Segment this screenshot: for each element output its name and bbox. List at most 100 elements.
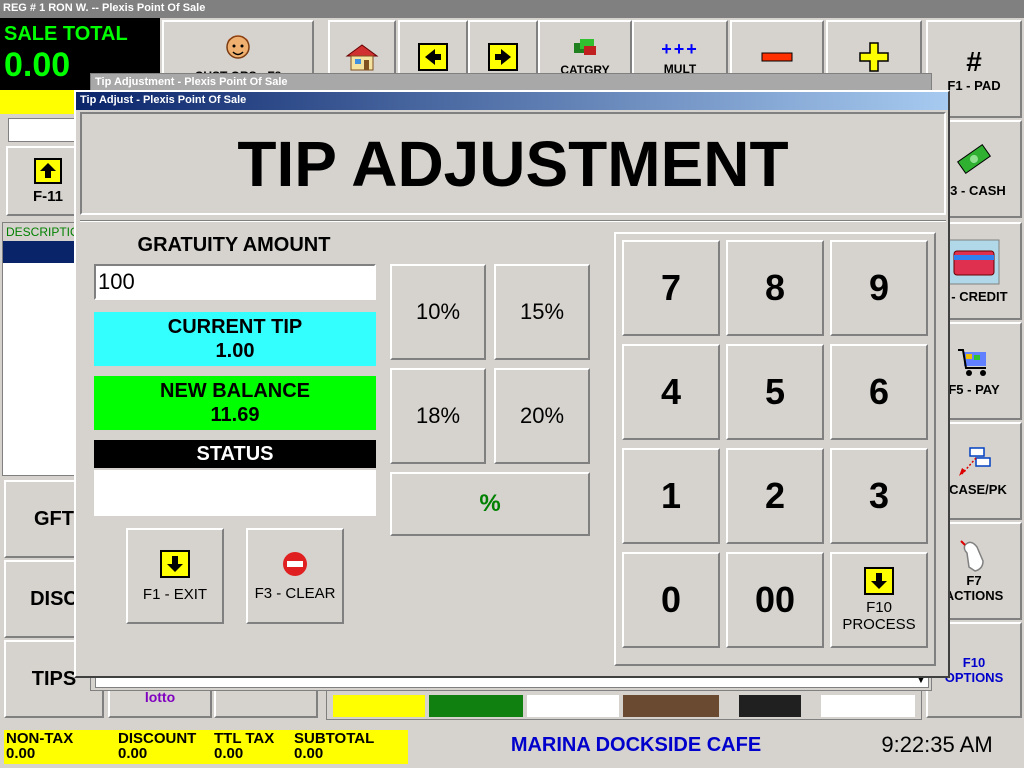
key-label: 4	[660, 371, 682, 412]
arrow-up-icon	[34, 157, 62, 184]
selected-row[interactable]	[3, 241, 77, 263]
key-label: 5	[764, 371, 786, 412]
pad-label: F1 - PAD	[947, 77, 1001, 93]
cash-label: F3 - CASH	[942, 182, 1006, 198]
subtotal-value: 0.00	[294, 745, 324, 762]
case-pack-label: - CASE/PK	[941, 481, 1007, 497]
product-tile-coffee[interactable]	[623, 695, 719, 717]
tip-adjust-dialog: Tip Adjust - Plexis Point Of Sale TIP AD…	[74, 90, 950, 678]
plus-icon	[859, 42, 889, 72]
shopping-cart-icon	[958, 348, 986, 376]
current-tip-value: 1.00	[215, 340, 255, 362]
options-key: F10	[962, 655, 986, 670]
exit-label: F1 - EXIT	[142, 585, 208, 603]
house-icon	[345, 44, 379, 71]
arrow-left-icon	[418, 43, 448, 71]
discount-cell: DISCOUNT 0.00	[118, 731, 196, 761]
clear-button[interactable]: F3 - CLEAR	[246, 528, 344, 624]
total-tax-label: TTL TAX	[214, 730, 275, 747]
tips-label: TIPS	[31, 667, 77, 690]
percent-label: 20%	[519, 403, 565, 428]
key-00[interactable]: 00	[726, 552, 824, 648]
key-6[interactable]: 6	[830, 344, 928, 440]
product-tile-green[interactable]	[429, 695, 523, 717]
key-label: 7	[660, 267, 682, 308]
percent-symbol: %	[479, 490, 501, 517]
minus-icon	[761, 52, 793, 62]
tip-18-percent-button[interactable]: 18%	[390, 368, 486, 464]
key-5[interactable]: 5	[726, 344, 824, 440]
key-label: 2	[764, 475, 786, 516]
divider	[80, 220, 946, 222]
gratuity-amount-label: GRATUITY AMOUNT	[137, 234, 331, 256]
product-strip	[326, 690, 922, 720]
status-display	[94, 470, 376, 516]
pay-label: F5 - PAY	[948, 381, 1000, 397]
key-9[interactable]: 9	[830, 240, 928, 336]
entry-field[interactable]	[8, 118, 80, 142]
key-0[interactable]: 0	[622, 552, 720, 648]
total-tax-cell: TTL TAX 0.00	[214, 731, 274, 761]
percent-label: 15%	[519, 299, 565, 324]
subtotal-label: SUBTOTAL	[294, 730, 375, 747]
non-tax-value: 0.00	[6, 745, 36, 762]
stop-icon	[283, 551, 307, 576]
percent-label: 10%	[415, 299, 461, 324]
key-3[interactable]: 3	[830, 448, 928, 544]
credit-label: 4 - CREDIT	[940, 288, 1008, 304]
lotto-label: lotto	[144, 689, 176, 705]
key-label: 9	[868, 267, 890, 308]
process-button[interactable]: F10 PROCESS	[830, 552, 928, 648]
key-8[interactable]: 8	[726, 240, 824, 336]
item-list[interactable]: DESCRIPTIO	[2, 222, 78, 476]
category-icon	[574, 39, 596, 55]
key-label: 00	[754, 579, 796, 620]
new-balance-label: NEW BALANCE	[160, 380, 310, 402]
plus-icon: +++	[661, 38, 699, 59]
total-tax-value: 0.00	[214, 745, 244, 762]
description-header: DESCRIPTIO	[3, 223, 77, 241]
process-key: F10	[866, 599, 892, 616]
yellow-strip	[0, 90, 82, 114]
discount-label: DISC	[30, 587, 78, 610]
tip-20-percent-button[interactable]: 20%	[494, 368, 590, 464]
current-tip-label: CURRENT TIP	[167, 316, 303, 338]
gratuity-amount-input[interactable]: 100	[94, 264, 376, 300]
pointing-hand-icon	[960, 540, 984, 572]
sale-total-label: SALE TOTAL	[4, 23, 128, 45]
key-label: 0	[660, 579, 682, 620]
exit-button[interactable]: F1 - EXIT	[126, 528, 224, 624]
main-window-title: REG # 1 RON W. -- Plexis Point Of Sale	[0, 0, 1024, 18]
key-4[interactable]: 4	[622, 344, 720, 440]
product-tile-dark[interactable]	[739, 695, 801, 717]
tip-15-percent-button[interactable]: 15%	[494, 264, 590, 360]
options-label: OPTIONS	[944, 670, 1004, 685]
key-7[interactable]: 7	[622, 240, 720, 336]
hash-icon: #	[966, 45, 982, 77]
credit-card-icon	[948, 239, 1000, 284]
non-tax-label: NON-TAX	[6, 730, 74, 747]
process-label: PROCESS	[842, 616, 916, 633]
new-balance-value: 11.69	[210, 404, 260, 426]
product-tile-white[interactable]	[527, 695, 619, 717]
arrow-down-icon	[160, 549, 190, 578]
product-tile-light[interactable]	[821, 695, 915, 717]
actions-key: F7	[966, 573, 982, 588]
key-label: 6	[868, 371, 890, 412]
arrow-right-icon	[488, 43, 518, 71]
f11-label: F-11	[32, 187, 63, 205]
tip-10-percent-button[interactable]: 10%	[390, 264, 486, 360]
key-label: 8	[764, 267, 786, 308]
discount-total-value: 0.00	[118, 745, 148, 762]
key-2[interactable]: 2	[726, 448, 824, 544]
custom-percent-button[interactable]: %	[390, 472, 590, 536]
tip-adjust-dialog-title: Tip Adjust - Plexis Point Of Sale	[76, 92, 948, 110]
gift-label: GFT	[34, 507, 74, 530]
non-tax-cell: NON-TAX 0.00	[6, 731, 73, 761]
product-tile-yellow[interactable]	[333, 695, 425, 717]
percent-label: 18%	[415, 403, 461, 428]
cash-icon	[957, 143, 991, 174]
key-1[interactable]: 1	[622, 448, 720, 544]
key-label: 3	[868, 475, 890, 516]
subtotal-cell: SUBTOTAL 0.00	[294, 731, 374, 761]
